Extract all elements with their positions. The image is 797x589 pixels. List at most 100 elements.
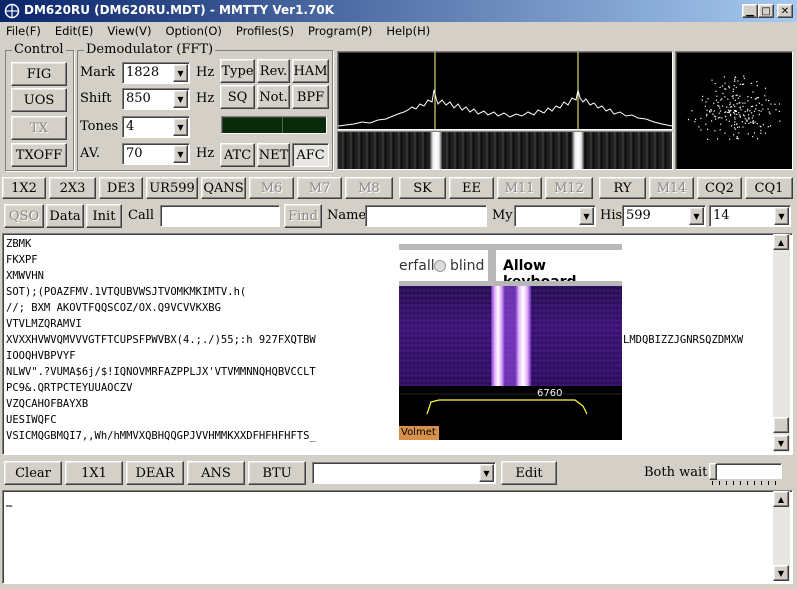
chevron-down-icon[interactable]: ▼ [173,90,188,108]
init-button[interactable]: Init [86,204,122,228]
tx-macro-btu[interactable]: BTU [248,461,306,485]
macro-button-13[interactable]: RY [599,177,646,199]
close-button[interactable]: ✕ [777,4,793,18]
rx-scrollbar[interactable]: ▲ ▼ [773,234,790,452]
fig-button[interactable]: FIG [11,62,67,86]
minimize-icon: ▁ [746,5,754,17]
menu-program[interactable]: Program(P) [308,24,372,38]
passband-scale[interactable]: 6760 Volmet [399,386,622,440]
xy-scope-dot [747,108,749,110]
macro-button-11[interactable]: M11 [497,177,542,199]
chevron-down-icon[interactable]: ▼ [173,118,188,136]
macro-button-16[interactable]: CQ1 [745,177,793,199]
tx-text-area[interactable]: _ ▲ ▼ [2,490,793,584]
menu-view[interactable]: View(V) [107,24,151,38]
macro-button-2[interactable]: 2X3 [49,177,96,199]
chevron-down-icon[interactable]: ▼ [774,207,789,225]
chevron-down-icon[interactable]: ▼ [579,207,594,225]
chevron-down-icon[interactable]: ▼ [173,64,188,82]
xy-scope-dot [764,132,766,134]
rx-text-line: ZBMK [6,238,32,250]
chevron-down-icon[interactable]: ▼ [479,464,494,482]
tx-scroll-up-button[interactable]: ▲ [773,491,789,507]
find-button[interactable]: Find [284,204,322,228]
name-field[interactable] [365,205,487,227]
menu-file[interactable]: File(F) [6,24,41,38]
uos-button[interactable]: UOS [11,88,67,112]
tx-macro-1x1[interactable]: 1X1 [65,461,123,485]
macro-button-10[interactable]: EE [449,177,494,199]
type-button[interactable]: Type [220,59,255,83]
tones-value: 4 [126,119,135,134]
chevron-down-icon[interactable]: ▼ [173,145,188,163]
macro-button-15[interactable]: CQ2 [697,177,742,199]
band-combo[interactable]: 14 ▼ [709,205,791,227]
rev-button[interactable]: Rev. [257,59,290,83]
afc-button[interactable]: AFC [292,143,329,167]
tx-macro-combo[interactable]: ▼ [312,462,496,484]
xy-scope-dot [756,85,758,87]
minimize-button[interactable]: ▁ [742,4,758,18]
my-rst-combo[interactable]: ▼ [514,205,596,227]
xy-scope-dot [747,133,749,135]
chevron-down-icon[interactable]: ▼ [689,207,704,225]
xy-scope-dot [715,118,717,120]
blind-radio-icon[interactable] [434,260,446,272]
macro-button-9[interactable]: SK [399,177,446,199]
scroll-thumb[interactable] [773,417,789,433]
scroll-down-button[interactable]: ▼ [773,435,789,451]
macro-button-1[interactable]: 1X2 [2,177,46,199]
macro-button-12[interactable]: M12 [545,177,593,199]
menu-profiles[interactable]: Profiles(S) [236,24,294,38]
app-icon[interactable] [4,3,20,19]
ham-button[interactable]: HAM [292,59,329,83]
bpf-button[interactable]: BPF [292,85,329,109]
waterfall-display[interactable] [337,131,673,170]
wait-slider-thumb[interactable] [709,463,717,480]
call-field[interactable] [160,205,280,227]
tx-macro-dear[interactable]: DEAR [126,461,184,485]
clear-button[interactable]: Clear [4,461,62,485]
data-button[interactable]: Data [46,204,84,228]
tx-button[interactable]: TX [11,116,67,140]
xy-scope-dot [722,92,724,95]
waterfall-trace-space [572,132,584,169]
his-rst-combo[interactable]: 599 ▼ [622,205,706,227]
mark-combo[interactable]: 1828 ▼ [122,62,190,84]
maximize-button[interactable]: □ [758,4,774,18]
macro-button-5[interactable]: QANS [201,177,246,199]
xy-scope-dot [738,126,740,128]
macro-button-6[interactable]: M6 [249,177,294,199]
websdr-waterfall[interactable] [399,286,622,386]
xy-scope-dot [729,138,731,140]
menu-option[interactable]: Option(O) [166,24,222,38]
shift-combo[interactable]: 850 ▼ [122,88,190,110]
wait-slider[interactable] [709,463,782,480]
atc-button[interactable]: ATC [220,143,255,167]
xy-scope-dot [736,137,738,139]
menu-help[interactable]: Help(H) [386,24,430,38]
scroll-up-button[interactable]: ▲ [773,234,789,250]
tx-macro-ans[interactable]: ANS [187,461,245,485]
macro-button-7[interactable]: M7 [297,177,342,199]
txoff-button[interactable]: TXOFF [11,143,67,167]
menu-edit[interactable]: Edit(E) [55,24,94,38]
rx-text-area[interactable]: ZBMK FKXPF XMWVHN SOT);(POAZFMV.1VTQUBVWSJT… [2,233,793,455]
net-button[interactable]: NET [257,143,290,167]
qso-button[interactable]: QSO [4,204,44,228]
tx-scrollbar[interactable]: ▲ ▼ [773,491,790,581]
not-button[interactable]: Not. [257,85,290,109]
tx-scroll-down-button[interactable]: ▼ [773,565,789,581]
tones-combo[interactable]: 4 ▼ [122,116,190,138]
xy-scope-display[interactable] [675,51,793,170]
macro-button-3[interactable]: DE3 [99,177,143,199]
macro-button-4[interactable]: UR599 [146,177,198,199]
macro-button-14[interactable]: M14 [649,177,694,199]
macro-button-8[interactable]: M8 [345,177,393,199]
sq-button[interactable]: SQ [220,85,255,109]
edit-button[interactable]: Edit [501,461,557,485]
spectrum-display[interactable] [337,51,673,130]
volmet-tag[interactable]: Volmet [399,426,439,440]
shift-value: 850 [126,91,151,106]
av-combo[interactable]: 70 ▼ [122,143,190,165]
